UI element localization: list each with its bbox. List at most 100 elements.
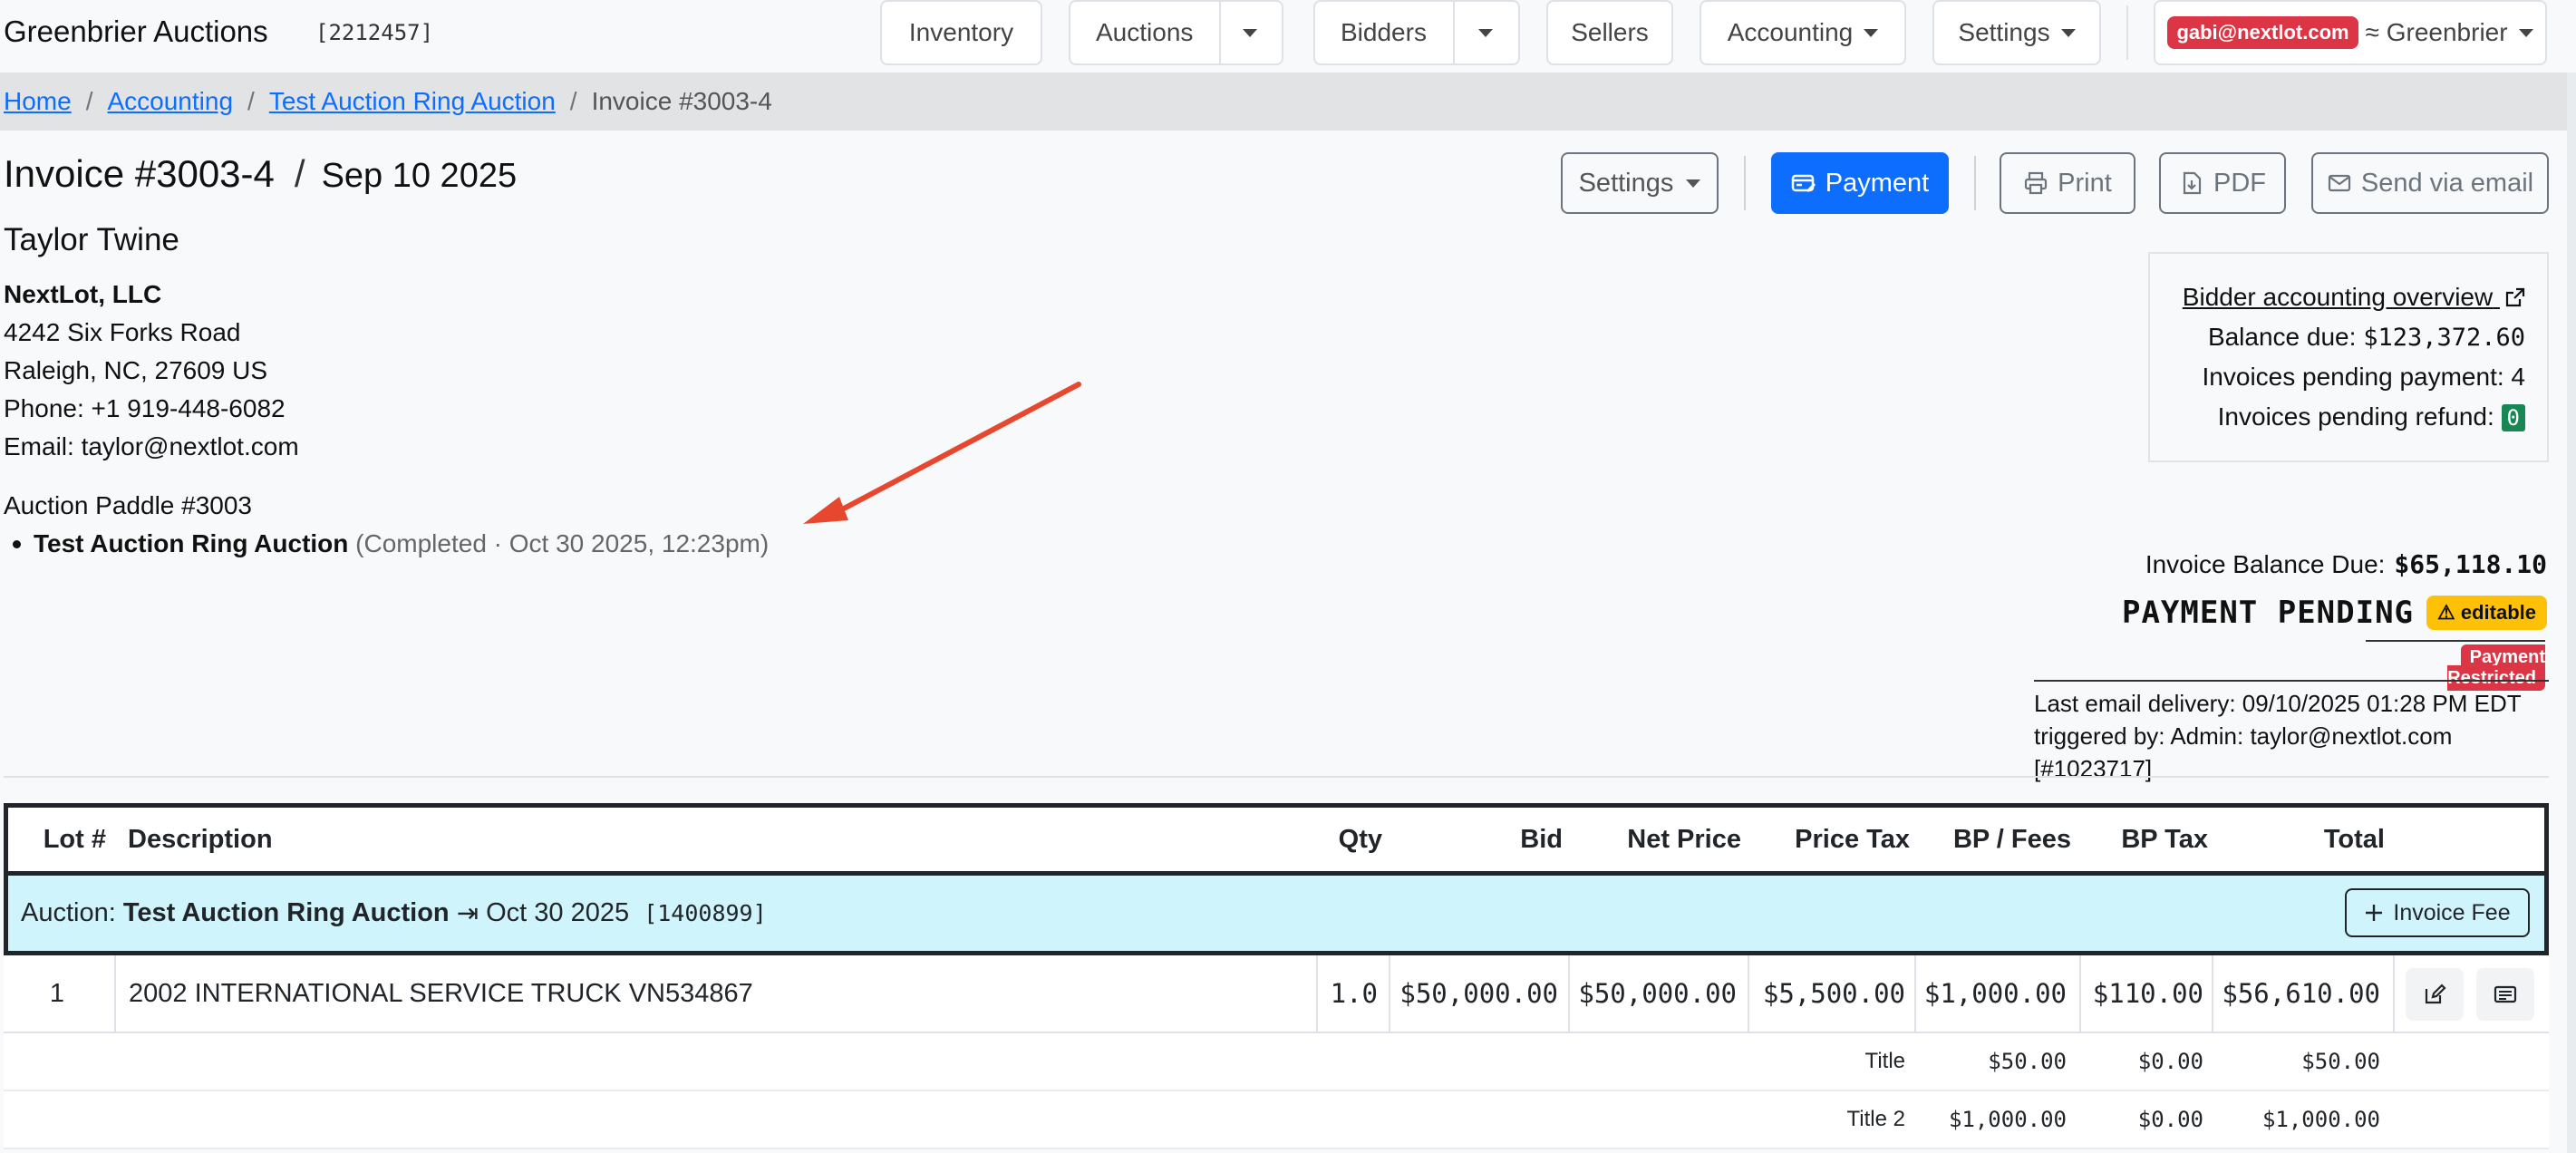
invoice-number: Invoice #3003-4 xyxy=(4,152,275,195)
auction-group-label: Auction: Test Auction Ring Auction ⇥ Oct… xyxy=(21,876,767,951)
page-scrollbar[interactable] xyxy=(2567,73,2576,1153)
address-city: Raleigh, NC, 27609 US xyxy=(4,356,268,384)
auction-group-name: Test Auction Ring Auction xyxy=(122,898,450,927)
arrow-right-icon: ⇥ xyxy=(456,899,479,928)
nav-bidders-button[interactable]: Bidders xyxy=(1313,0,1520,65)
breadcrumb-home-link[interactable]: Home xyxy=(4,87,72,116)
payment-status: PAYMENT PENDING ⚠ editable xyxy=(2122,595,2547,631)
auction-paddle: Auction Paddle #3003 xyxy=(4,491,252,519)
payment-button[interactable]: Payment xyxy=(1771,152,1949,214)
item-price-tax: $5,500.00 xyxy=(1762,978,1905,1009)
overview-balance-label: Balance due: xyxy=(2207,323,2357,351)
bidder-overview-label: Bidder accounting overview xyxy=(2182,283,2494,311)
brand-name[interactable]: Greenbrier Auctions xyxy=(4,15,268,49)
external-link-icon xyxy=(2505,287,2525,307)
nav-accounting-button[interactable]: Accounting xyxy=(1700,0,1906,65)
pending-refund-badge: 0 xyxy=(2501,404,2525,431)
nav-sellers-label: Sellers xyxy=(1571,18,1649,46)
brand-id: [2212457] xyxy=(315,20,434,45)
nav-bidders-label: Bidders xyxy=(1341,18,1427,46)
item-description: 2002 INTERNATIONAL SERVICE TRUCK VN53486… xyxy=(129,978,753,1008)
customer-name: Taylor Twine xyxy=(4,222,179,257)
fee-bp-tax: $0.00 xyxy=(2137,1049,2203,1074)
page-title: Invoice #3003-4 / Sep 10 2025 xyxy=(4,152,517,196)
chevron-down-icon[interactable] xyxy=(1243,29,1257,37)
item-bp-fees: $1,000.00 xyxy=(1923,978,2067,1009)
chevron-down-icon xyxy=(2060,28,2076,37)
invoice-fee-button[interactable]: Invoice Fee xyxy=(2345,888,2530,937)
action-divider xyxy=(1744,156,1746,210)
print-label: Print xyxy=(2058,168,2112,198)
auction-list-item: Test Auction Ring Auction (Completed · O… xyxy=(4,529,769,558)
payment-status-text: PAYMENT PENDING xyxy=(2121,595,2415,631)
chevron-down-icon[interactable] xyxy=(1478,29,1493,37)
col-qty: Qty xyxy=(1338,824,1382,854)
pencil-square-icon xyxy=(2425,983,2446,1004)
auction-status: (Completed · Oct 30 2025, 12:23pm) xyxy=(355,529,770,557)
pdf-button[interactable]: PDF xyxy=(2159,152,2286,214)
breadcrumb-accounting-link[interactable]: Accounting xyxy=(107,87,233,116)
auction-group-id: [1400899] xyxy=(644,900,767,926)
cell-divider xyxy=(114,955,116,1032)
invoice-balance-due: Invoice Balance Due: $65,118.10 xyxy=(2145,549,2547,579)
edit-item-button[interactable] xyxy=(2406,968,2464,1021)
breadcrumb-auction-link[interactable]: Test Auction Ring Auction xyxy=(269,87,556,116)
nav-inventory-label: Inventory xyxy=(908,18,1014,46)
bidder-overview-link[interactable]: Bidder accounting overview xyxy=(2150,283,2525,312)
annotation-arrow-icon xyxy=(803,382,1081,524)
balance-due-label: Invoice Balance Due: xyxy=(2145,550,2386,578)
col-bid: Bid xyxy=(1520,824,1563,854)
col-total: Total xyxy=(2323,824,2385,854)
overview-pending-refund-row: Invoices pending refund: 0 xyxy=(2150,402,2525,431)
fee-bp: $50.00 xyxy=(1988,1049,2067,1074)
table-row: 1 2002 INTERNATIONAL SERVICE TRUCK VN534… xyxy=(4,955,2549,1033)
item-lot: 1 xyxy=(49,978,65,1008)
section-divider xyxy=(4,776,2549,778)
overview-balance-row: Balance due: $123,372.60 xyxy=(2150,323,2525,352)
send-email-label: Send via email xyxy=(2360,168,2534,198)
nav-inventory-button[interactable]: Inventory xyxy=(880,0,1042,65)
file-download-icon xyxy=(2183,171,2202,195)
nav-split-divider xyxy=(1453,2,1455,63)
email-delivery-info: Last email delivery: 09/10/2025 01:28 PM… xyxy=(2034,680,2549,785)
auction-group-row: Auction: Test Auction Ring Auction ⇥ Oct… xyxy=(4,876,2549,955)
item-bid: $50,000.00 xyxy=(1399,978,1558,1009)
nav-auctions-button[interactable]: Auctions xyxy=(1069,0,1283,65)
chevron-down-icon xyxy=(1864,28,1879,37)
action-divider xyxy=(1974,156,1976,210)
print-button[interactable]: Print xyxy=(2000,152,2135,214)
nav-sellers-button[interactable]: Sellers xyxy=(1546,0,1673,65)
invoice-settings-button[interactable]: Settings xyxy=(1561,152,1719,214)
invoice-date: Sep 10 2025 xyxy=(321,157,518,195)
nav-settings-label: Settings xyxy=(1958,18,2050,46)
breadcrumb-current: Invoice #3003-4 xyxy=(591,87,772,115)
item-qty: 1.0 xyxy=(1330,978,1378,1009)
invoice-settings-label: Settings xyxy=(1578,168,1674,198)
customer-phone: Phone: +1 919-448-6082 xyxy=(4,394,286,422)
col-bp-tax: BP Tax xyxy=(2121,824,2208,854)
user-menu-button[interactable]: gabi@nextlot.com ≈ Greenbrier xyxy=(2154,0,2547,65)
editable-badge: ⚠ editable xyxy=(2426,596,2547,630)
auction-prefix: Auction: xyxy=(21,898,116,927)
nav-split-divider xyxy=(1219,2,1221,63)
item-details-button[interactable] xyxy=(2476,968,2534,1021)
item-net-price: $50,000.00 xyxy=(1578,978,1737,1009)
send-email-button[interactable]: Send via email xyxy=(2311,152,2549,214)
overview-pending-payment-label: Invoices pending payment: xyxy=(2202,363,2504,391)
invoice-fee-label: Invoice Fee xyxy=(2393,899,2511,925)
top-navbar: Greenbrier Auctions [2212457] Inventory … xyxy=(0,0,2576,73)
cell-divider xyxy=(2393,955,2395,1032)
nav-divider xyxy=(2126,5,2128,60)
auction-group-date: Oct 30 2025 xyxy=(486,898,630,927)
overview-balance-value: $123,372.60 xyxy=(2363,324,2525,352)
payment-label: Payment xyxy=(1825,168,1930,198)
nav-settings-button[interactable]: Settings xyxy=(1932,0,2101,65)
address-street: 4242 Six Forks Road xyxy=(4,318,241,346)
fee-label: Title xyxy=(1864,1049,1905,1073)
fee-row: Title $50.00 $0.00 $50.00 xyxy=(4,1033,2549,1091)
fee-total: $50.00 xyxy=(2301,1049,2380,1074)
fee-bp: $1,000.00 xyxy=(1948,1107,2067,1132)
company-name: NextLot, LLC xyxy=(4,280,162,308)
overview-pending-refund-label: Invoices pending refund: xyxy=(2217,402,2494,431)
breadcrumb-separator: / xyxy=(247,87,255,115)
